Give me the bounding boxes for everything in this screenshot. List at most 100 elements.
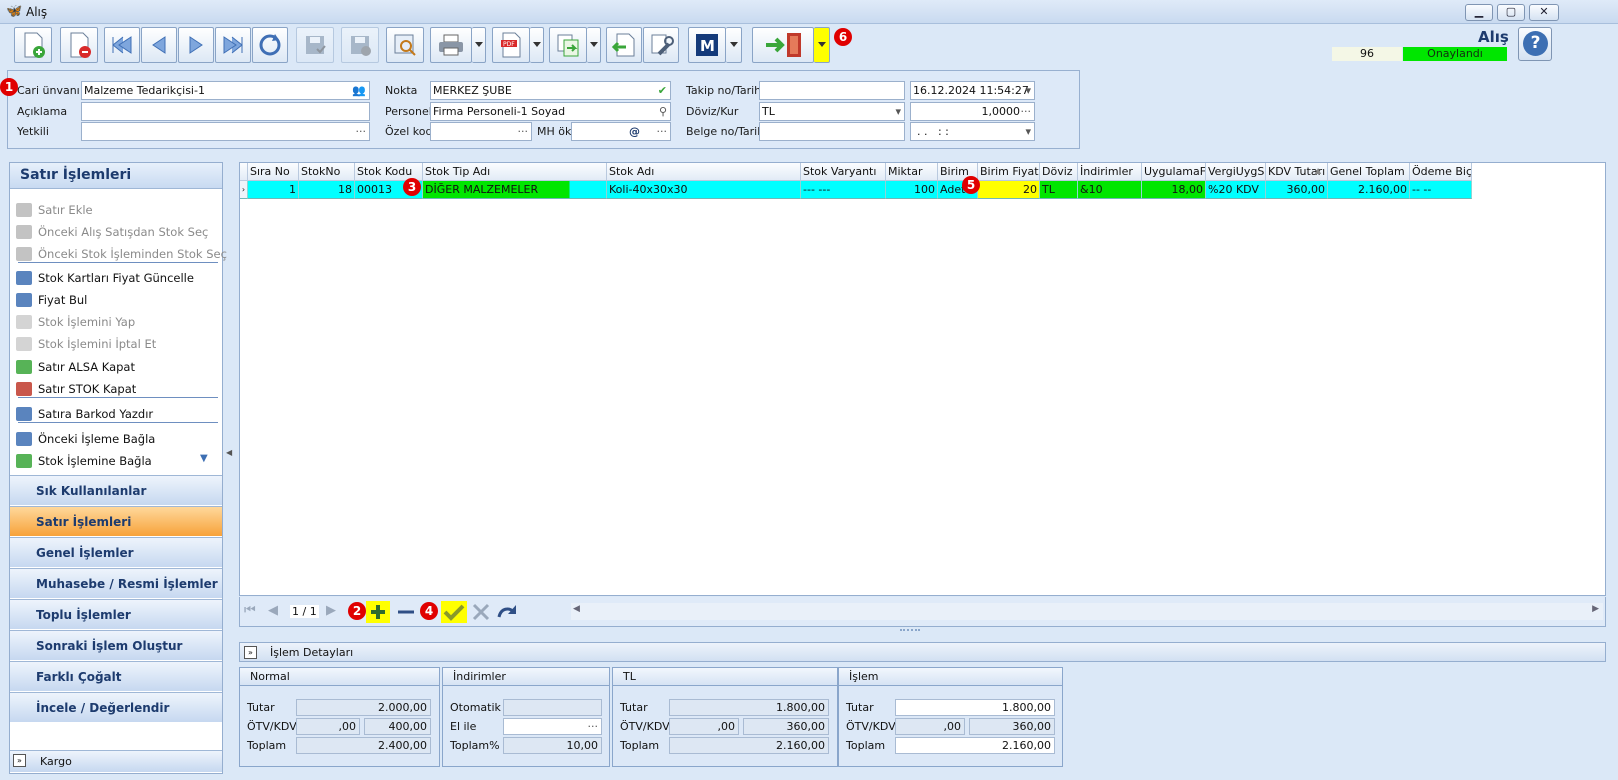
preview-button[interactable] [386,27,424,63]
column-header[interactable]: Miktar [886,163,938,181]
action-item-6[interactable]: Stok İşlemini İptal Et [14,334,156,354]
ellipsis-icon[interactable]: ··· [588,719,599,734]
cancel-row-button[interactable] [469,601,493,623]
save-button[interactable] [296,27,334,63]
belge-input[interactable] [759,122,905,141]
previous-record-button[interactable] [141,27,177,63]
column-header[interactable]: Birim Fiyat [978,163,1040,181]
copy-doc-button[interactable] [549,27,587,63]
copy-doc-dropdown[interactable] [587,27,601,63]
grid-cell[interactable]: 1 [248,181,299,199]
kargo-bar[interactable]: » Kargo [10,750,222,772]
column-header[interactable]: UygulamaFiy [1142,163,1206,181]
maximize-button[interactable]: ▢ [1497,4,1525,21]
action-item-11[interactable]: Stok İşlemine Bağla [14,451,152,471]
collapse-icon[interactable]: » [244,646,257,659]
action-item-3[interactable]: Stok Kartları Fiyat Güncelle [14,268,194,288]
pdf-dropdown[interactable] [530,27,544,63]
nav-group-3[interactable]: Muhasebe / Resmi İşlemler [10,568,222,598]
action-item-8[interactable]: Satır STOK Kapat [14,379,136,399]
print-button[interactable] [430,27,472,63]
column-header[interactable]: VergiUygSet [1206,163,1266,181]
horizontal-scrollbar[interactable]: ◀ ▶ [571,603,1603,620]
nav-group-6[interactable]: Farklı Çoğalt [10,661,222,691]
action-item-5[interactable]: Stok İşlemini Yap [14,312,135,332]
first-record-button[interactable] [104,27,140,63]
ellipsis-icon[interactable]: ··· [518,123,529,140]
nav-group-4[interactable]: Toplu İşlemler [10,599,222,629]
help-button[interactable]: ? [1518,27,1552,61]
nav-group-7[interactable]: İncele / Değerlendir [10,692,222,722]
m-module-dropdown[interactable] [726,27,742,63]
panel-splitter[interactable]: ◀ [224,162,236,774]
column-header[interactable]: Stok Tip Adı [423,163,607,181]
column-header[interactable]: İndirimler [1078,163,1142,181]
takip-input[interactable] [759,81,905,100]
print-dropdown[interactable] [472,27,486,63]
belge-date-input[interactable]: . . : : ▾ [910,122,1035,141]
grid-cell[interactable]: &10 [1078,181,1142,199]
action-item-0[interactable]: Satır Ekle [14,200,93,220]
grid-cell[interactable]: 18,00 [1142,181,1206,199]
refresh-button[interactable] [252,27,288,63]
nav-group-5[interactable]: Sonraki İşlem Oluştur [10,630,222,660]
aciklama-input[interactable] [81,102,370,121]
column-header[interactable]: StokNo [299,163,355,181]
column-header[interactable]: Sıra No [248,163,299,181]
grid-cell[interactable]: Koli-40x30x30 [607,181,801,199]
next-icon[interactable]: ▶ [326,603,336,618]
elile-input[interactable]: ··· [503,718,602,735]
collapse-icon[interactable]: » [13,754,26,767]
yetkili-input[interactable]: ··· [81,122,370,141]
column-header[interactable]: Ödeme Biçim [1410,163,1472,181]
nav-group-1[interactable]: Satır İşlemleri [10,506,222,536]
grid-cell[interactable]: 2.160,00 [1328,181,1410,199]
action-item-1[interactable]: Önceki Alış Satışdan Stok Seç [14,222,208,242]
new-record-button[interactable] [14,27,52,63]
grid-cell[interactable]: DİĞER MALZEMELER [423,181,607,199]
column-header[interactable]: Döviz [1040,163,1078,181]
close-button[interactable]: ✕ [1529,4,1559,21]
column-header[interactable]: Genel Toplam [1328,163,1410,181]
import-button[interactable] [606,27,642,63]
delete-row-button[interactable] [394,601,418,623]
previous-icon[interactable]: ◀ [268,603,278,618]
ellipsis-icon[interactable]: ··· [657,123,668,140]
check-icon[interactable]: ✔ [658,82,667,99]
action-item-7[interactable]: Satır ALSA Kapat [14,357,135,377]
refresh-row-button[interactable] [495,601,519,623]
action-item-2[interactable]: Önceki Stok İşleminden Stok Seç [14,244,227,264]
action-item-4[interactable]: Fiyat Bul [14,290,87,310]
cari-input[interactable]: Malzeme Tedarikçisi-1 👥 [81,81,370,100]
tools-button[interactable] [643,27,679,63]
nokta-input[interactable]: MERKEZ ŞUBE ✔ [430,81,671,100]
m-module-button[interactable]: M [688,27,726,63]
grid-cell[interactable]: 100 [886,181,938,199]
action-item-10[interactable]: Önceki İşleme Bağla [14,429,155,449]
nav-group-0[interactable]: Sık Kullanılanlar [10,475,222,505]
action-item-9[interactable]: Satıra Barkod Yazdır [14,404,153,424]
grid-cell[interactable]: %20 KDV [1206,181,1266,199]
contacts-icon[interactable]: 👥 [352,82,366,99]
column-header[interactable]: Stok Adı [607,163,801,181]
next-record-button[interactable] [178,27,214,63]
chevron-down-icon[interactable]: ▾ [1025,123,1031,140]
personel-input[interactable]: Firma Personeli-1 Soyad ⚲ [430,102,671,121]
kur-input[interactable]: 1,0000 ··· [910,102,1035,121]
detail-splitter[interactable] [900,629,920,637]
post-row-button[interactable] [441,601,467,623]
ellipsis-icon[interactable]: ··· [356,123,367,140]
save-close-button[interactable] [341,27,379,63]
exit-button[interactable] [752,27,814,63]
person-search-icon[interactable]: ⚲ [659,103,667,120]
mhok-input[interactable]: @ ··· [571,122,671,141]
grid-cell[interactable]: -- -- [1410,181,1472,199]
doviz-select[interactable]: TL ▾ [759,102,905,121]
add-row-button[interactable] [366,601,390,623]
grid-cell[interactable]: TL [1040,181,1078,199]
delete-record-button[interactable] [60,27,98,63]
ozelkod-input[interactable]: ··· [430,122,532,141]
grid-cell[interactable]: 360,00 [1266,181,1328,199]
ellipsis-icon[interactable]: ··· [1021,103,1032,120]
exit-dropdown[interactable] [814,27,830,63]
